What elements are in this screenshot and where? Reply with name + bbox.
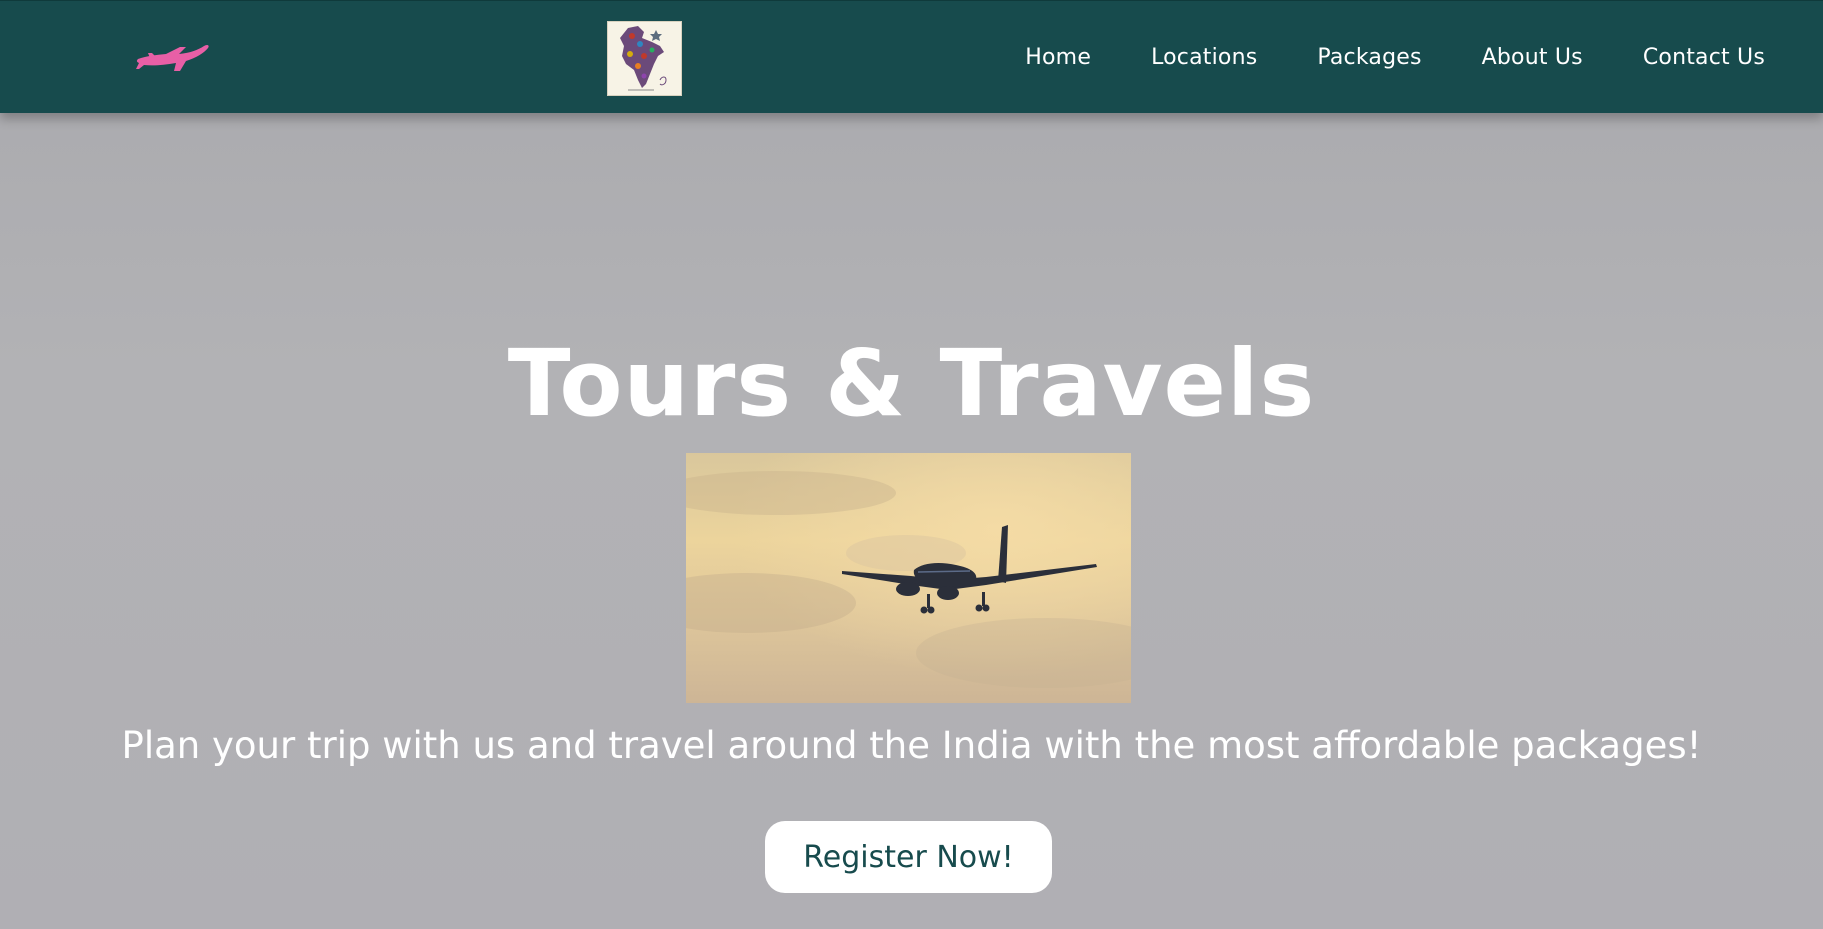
nav-contact-us[interactable]: Contact Us: [1643, 45, 1765, 70]
nav-home[interactable]: Home: [1025, 45, 1091, 70]
airplane-in-sky-photo: [686, 453, 1131, 703]
register-now-button[interactable]: Register Now!: [765, 821, 1052, 893]
nav-locations[interactable]: Locations: [1151, 45, 1257, 70]
nav-about-us[interactable]: About Us: [1482, 45, 1583, 70]
airplane-icon[interactable]: [136, 37, 210, 77]
hero-tagline: Plan your trip with us and travel around…: [121, 724, 1702, 767]
navbar: Home Locations Packages About Us Contact…: [0, 0, 1823, 113]
main-nav: Home Locations Packages About Us Contact…: [1025, 1, 1765, 114]
nav-packages[interactable]: Packages: [1317, 45, 1421, 70]
hero-title: Tours & Travels: [507, 330, 1316, 437]
india-map-logo[interactable]: [607, 21, 682, 96]
